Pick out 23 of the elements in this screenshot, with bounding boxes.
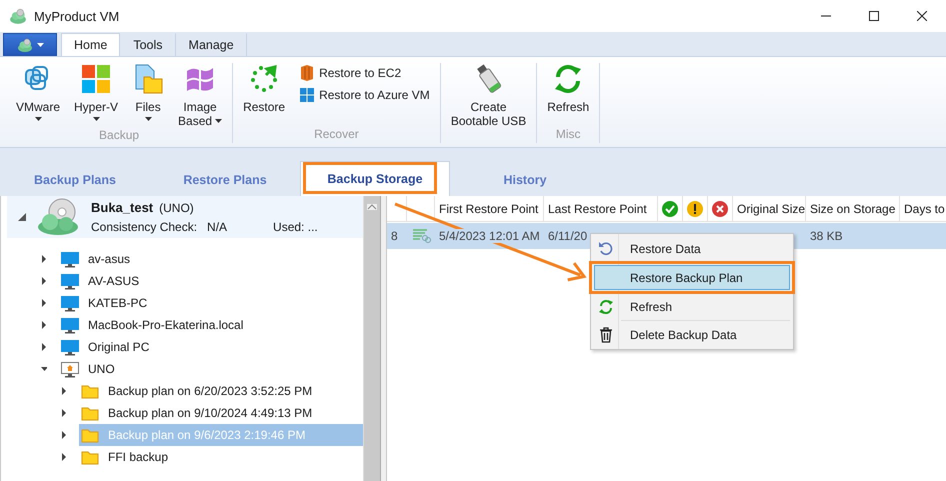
used-label: Used: ... [273, 220, 318, 234]
item-label: Backup plan on 9/6/2023 2:19:46 PM [108, 428, 306, 442]
item-label: Backup plan on 9/10/2024 4:49:13 PM [108, 406, 312, 420]
group-label: Backup [98, 128, 140, 143]
field-value: N/A [207, 220, 228, 234]
storage-name: Buka_test [91, 200, 154, 215]
group-label: Recover [313, 127, 360, 143]
window-title: MyProduct VM [34, 8, 120, 24]
group-label: Misc [554, 127, 582, 143]
item-label: KATEB-PC [88, 296, 148, 310]
item-label: av-asus [88, 252, 130, 266]
item-label: AV-ASUS [88, 274, 140, 288]
menu-item-label: Restore Backup Plan [630, 270, 743, 284]
item-label: MacBook-Pro-Ekaterina.local [88, 318, 244, 332]
menu-item-label: Restore Data [630, 242, 701, 256]
field-label: Consistency Check: [91, 220, 198, 234]
storage-host: (UNO) [159, 201, 194, 215]
menu-item-label: Refresh [630, 300, 672, 314]
item-label: Original PC [88, 340, 150, 354]
item-label: UNO [88, 362, 115, 376]
item-label: FFI backup [108, 450, 168, 464]
menu-item-label: Delete Backup Data [630, 328, 737, 342]
item-label: Backup plan on 6/20/2023 3:52:25 PM [108, 384, 312, 398]
